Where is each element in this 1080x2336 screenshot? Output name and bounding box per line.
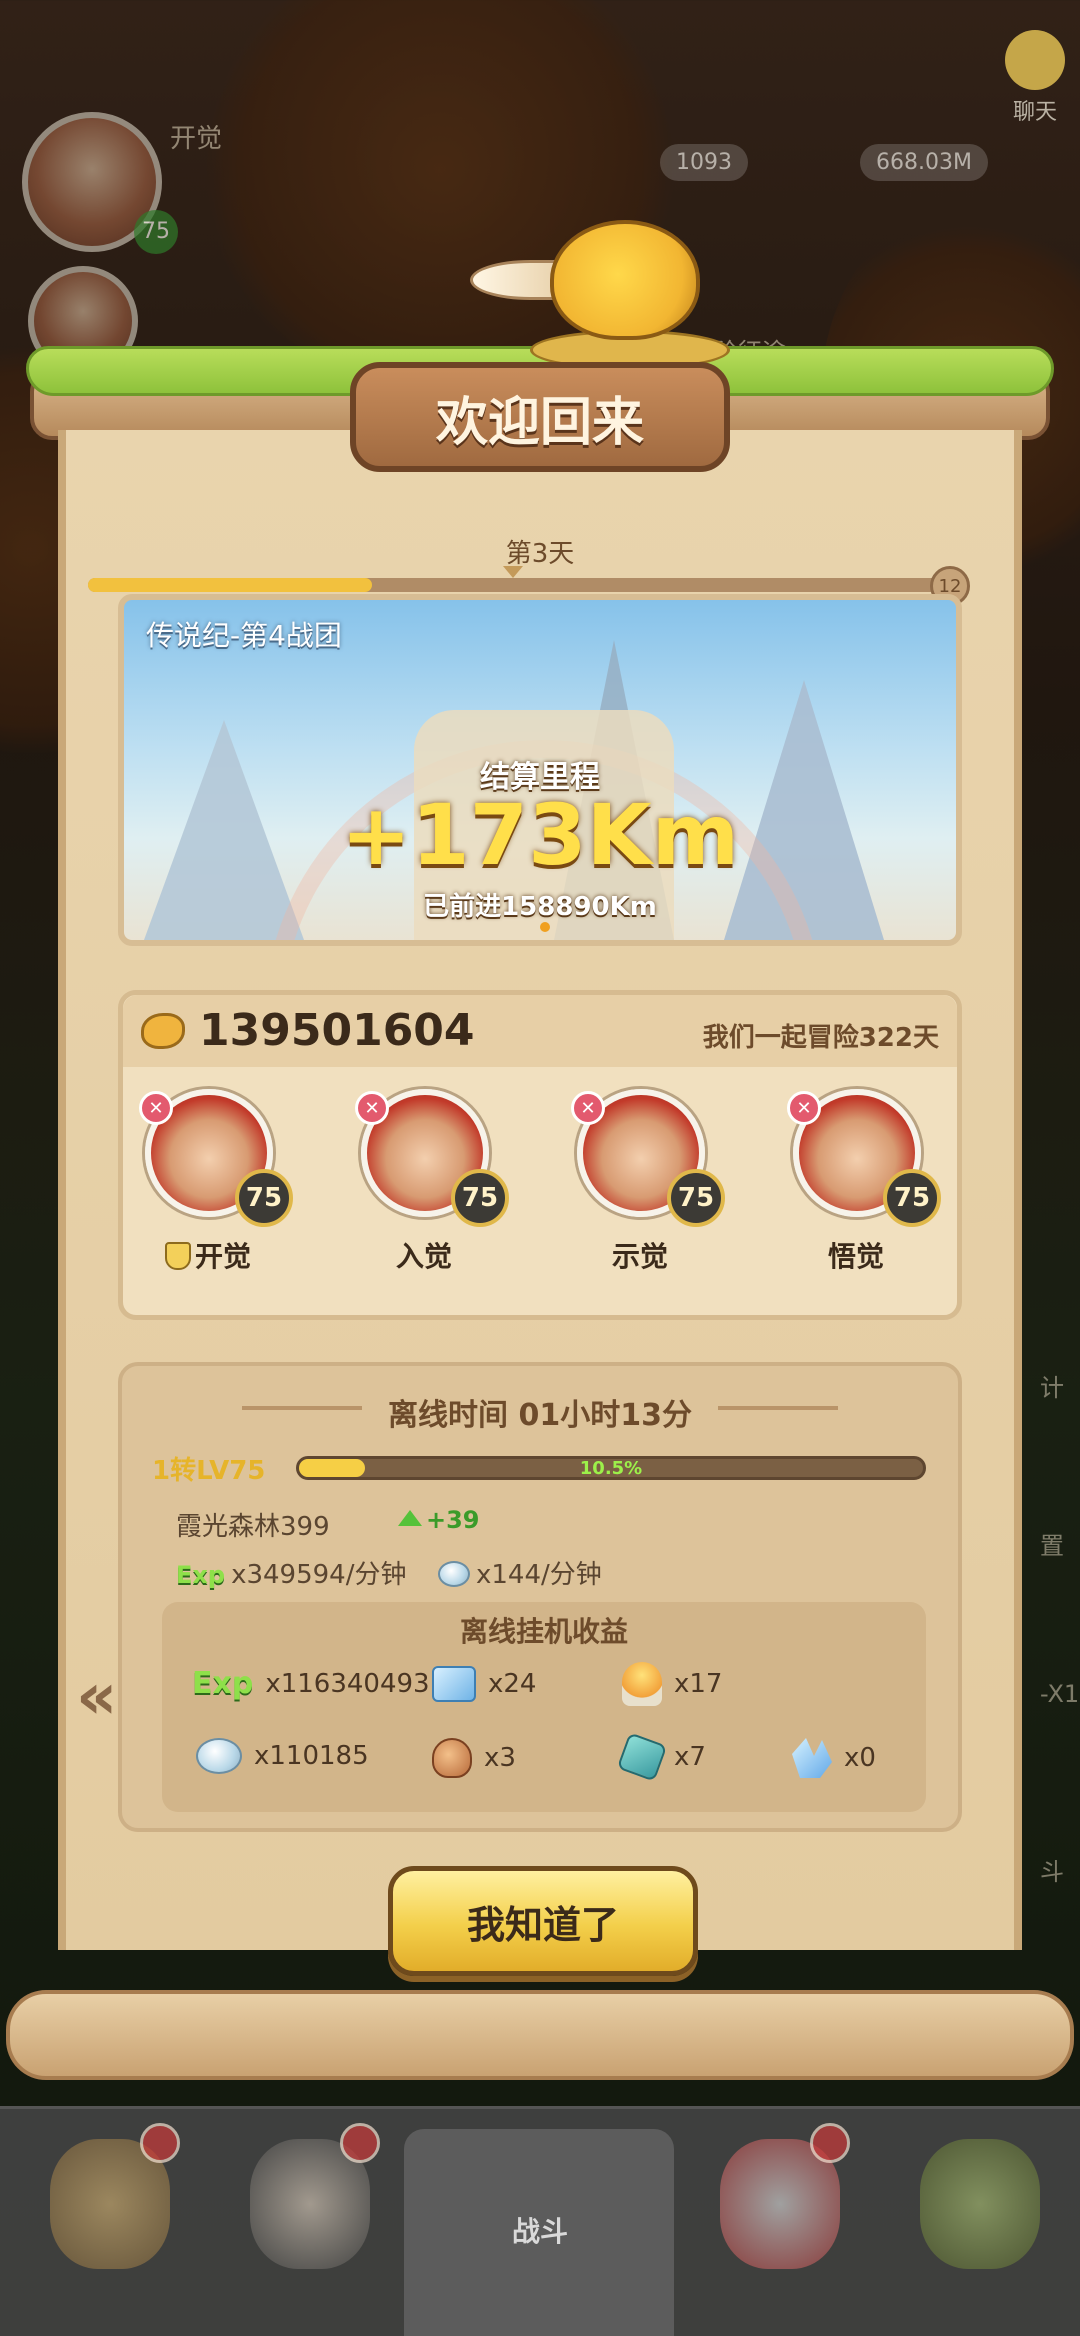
mileage-banner[interactable]: 传说纪-第4战团 结算里程 +173Km 已前进158890Km (118, 594, 962, 946)
dialog-title: 欢迎回来 (435, 392, 644, 453)
hero-slot[interactable]: ✕ 75 示觉 (555, 1089, 725, 1289)
distance-traveled: 已前进158890Km (423, 892, 657, 922)
hero-slot[interactable]: ✕ 75 入觉 (339, 1089, 509, 1289)
reward-amount: x3 (484, 1743, 516, 1773)
hero-name: 开觉 (194, 1240, 251, 1273)
hero-level: 75 (883, 1169, 941, 1227)
hero-level: 75 (667, 1169, 725, 1227)
rewards-title: 离线挂机收益 (459, 1615, 628, 1648)
offline-time: 离线时间 01小时13分 (388, 1398, 692, 1433)
zone-name: 霞光森林399 (176, 1512, 330, 1542)
awaken-label: 开觉 (170, 124, 223, 154)
shield-icon (164, 1242, 191, 1270)
day-marker-icon (503, 566, 523, 578)
reward-item[interactable]: x24 (432, 1666, 536, 1702)
zone-progress: +39 (398, 1506, 480, 1534)
reward-amount: x17 (674, 1669, 723, 1699)
crystal-rate: x144/分钟 (438, 1554, 602, 1591)
stage-title: 传说纪-第4战团 (146, 619, 342, 652)
reward-item[interactable]: x7 (616, 1732, 706, 1782)
crystal-counter[interactable]: 668.03M (860, 144, 988, 181)
chat-button[interactable]: 聊天 (1000, 30, 1070, 125)
hero-name: 悟觉 (827, 1240, 884, 1273)
team-header: 139501604 我们一起冒险322天 (123, 995, 957, 1067)
battle-label: 战斗 (511, 2215, 568, 2248)
meat-icon (432, 1738, 472, 1778)
exp-icon: Exp (176, 1561, 226, 1589)
bell-icon (810, 2123, 850, 2163)
offline-panel: 离线时间 01小时13分 1转LV75 10.5% 霞光森林399 +39 Ex… (118, 1362, 962, 1832)
hero-level: 75 (451, 1169, 509, 1227)
class-icon: ✕ (571, 1091, 605, 1125)
reward-amount: x0 (844, 1743, 876, 1773)
scroll-roller-bottom (6, 1990, 1074, 2080)
bell-icon (340, 2123, 380, 2163)
hero-name: 示觉 (611, 1240, 668, 1273)
exp-percent: 10.5% (579, 1458, 643, 1479)
gem-icon (616, 1732, 668, 1782)
reward-amount: x24 (488, 1669, 537, 1699)
crystal-icon (196, 1738, 242, 1774)
adventure-days: 我们一起冒险322天 (702, 1023, 939, 1053)
reward-amount: x7 (674, 1742, 706, 1772)
chat-icon (1005, 30, 1065, 90)
exp-icon: Exp (192, 1666, 254, 1701)
gold-counter: 1093 (660, 144, 748, 181)
day-progress-fill (88, 578, 372, 592)
reward-item[interactable]: x0 (792, 1738, 876, 1778)
reward-item[interactable]: x3 (432, 1738, 516, 1778)
reward-item[interactable]: x17 (622, 1662, 722, 1706)
hero-level: 75 (235, 1169, 293, 1227)
day-label: 第3天 (505, 539, 575, 569)
power-icon (141, 1013, 185, 1049)
hero-slot[interactable]: ✕ 75 开觉 (123, 1089, 293, 1289)
shard-icon (792, 1738, 832, 1778)
ice-block-icon (432, 1666, 476, 1702)
zone-progress-value: +39 (426, 1506, 480, 1534)
crystal-icon (438, 1561, 470, 1587)
class-icon: ✕ (139, 1091, 173, 1125)
offline-rewards: 离线挂机收益 Exp x116340493 x24 x17 x110185 x3… (162, 1602, 926, 1812)
day-progress-bar (88, 578, 948, 592)
distance-gained: +173Km (340, 786, 740, 884)
player-level: 75 (134, 210, 178, 254)
class-icon: ✕ (355, 1091, 389, 1125)
torch-icon (622, 1662, 662, 1706)
exp-progress-bar: 10.5% (296, 1456, 926, 1480)
hero-name: 入觉 (395, 1240, 452, 1273)
up-arrow-icon (398, 1510, 422, 1526)
reward-item[interactable]: x110185 (196, 1738, 369, 1774)
chat-label: 聊天 (1012, 100, 1057, 125)
page-indicator-dot[interactable] (540, 922, 550, 932)
mascot-icon (550, 220, 700, 340)
class-icon: ✕ (787, 1091, 821, 1125)
dialog-title-plate: 欢迎回来 (350, 362, 730, 472)
player-level-label: 1转LV75 (152, 1456, 266, 1486)
confirm-button[interactable]: 我知道了 (388, 1866, 698, 1976)
reward-item[interactable]: Exp x116340493 (192, 1666, 430, 1701)
bell-icon (140, 2123, 180, 2163)
team-card: 139501604 我们一起冒险322天 ✕ 75 开觉 ✕ 75 入觉 ✕ 7… (118, 990, 962, 1320)
reward-amount: x116340493 (265, 1668, 430, 1699)
chevron-left-icon[interactable]: « (76, 1660, 117, 1734)
crystal-rate-value: x144/分钟 (476, 1560, 602, 1590)
exp-rate-value: x349594/分钟 (231, 1560, 407, 1590)
hero-slot[interactable]: ✕ 75 悟觉 (771, 1089, 941, 1289)
exp-rate: Exp x349594/分钟 (176, 1554, 406, 1591)
team-power: 139501604 (199, 1005, 475, 1056)
reward-amount: x110185 (254, 1741, 369, 1771)
